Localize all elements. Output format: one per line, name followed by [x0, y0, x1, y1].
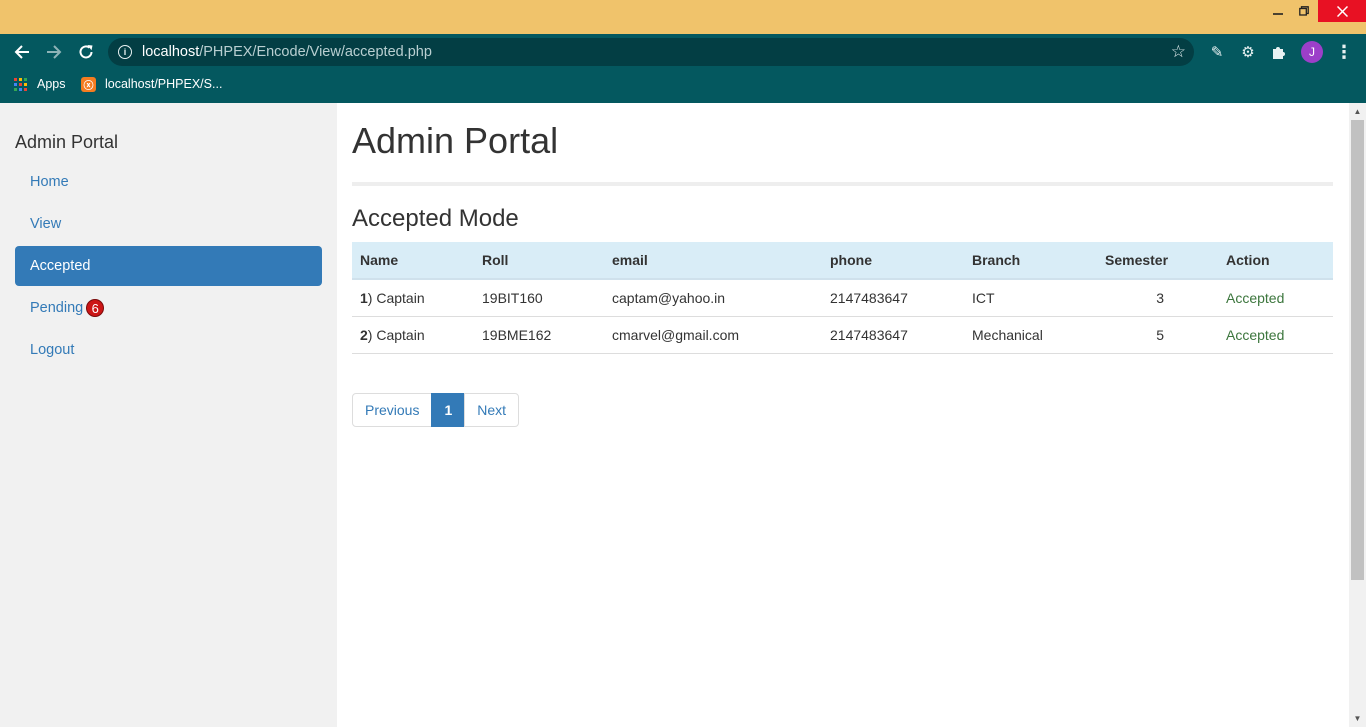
column-header-semester: Semester	[1097, 242, 1218, 280]
table-header-row: Name Roll email phone Branch Semester Ac…	[352, 242, 1333, 280]
sidebar-item-home[interactable]: Home	[15, 162, 322, 202]
site-info-icon[interactable]: i	[118, 45, 132, 59]
row-index: 2	[360, 326, 368, 343]
section-title: Accepted Mode	[352, 205, 519, 232]
pen-extension-icon[interactable]: ✎	[1204, 34, 1230, 70]
page-1-button[interactable]: 1	[431, 393, 466, 427]
close-icon[interactable]	[1318, 0, 1366, 22]
xampp-icon: ⓧ	[81, 76, 96, 92]
cell-email: captam@yahoo.in	[604, 279, 822, 317]
bookmark-apps[interactable]: Apps	[14, 70, 66, 98]
url-host: localhost	[142, 44, 200, 60]
minimize-icon[interactable]	[1265, 0, 1291, 22]
row-index: 1	[360, 289, 368, 306]
cell-roll: 19BIT160	[474, 279, 604, 317]
sidebar-item-label: View	[30, 216, 62, 232]
bookmark-localhost-label: localhost/PHPEX/S...	[105, 77, 223, 91]
sidebar-item-view[interactable]: View	[15, 204, 322, 244]
column-header-phone: phone	[822, 242, 964, 280]
previous-page-button[interactable]: Previous	[352, 393, 433, 427]
title-divider	[352, 182, 1333, 186]
cell-roll: 19BME162	[474, 316, 604, 354]
kebab-menu-icon[interactable]: ⋮	[1331, 34, 1357, 70]
puzzle-extensions-icon[interactable]	[1266, 34, 1292, 70]
sidebar: Admin Portal Home View Accepted Pending …	[0, 103, 337, 727]
gear-extension-icon[interactable]: ⚙	[1235, 34, 1261, 70]
column-header-name: Name	[352, 242, 474, 280]
sidebar-item-label: Pending	[30, 300, 84, 316]
bookmark-apps-label: Apps	[37, 77, 66, 91]
column-header-roll: Roll	[474, 242, 604, 280]
column-header-email: email	[604, 242, 822, 280]
sidebar-item-logout[interactable]: Logout	[15, 330, 322, 370]
scroll-down-arrow-icon[interactable]: ▼	[1349, 710, 1366, 727]
cell-action-status: Accepted	[1218, 316, 1333, 354]
cell-email: cmarvel@gmail.com	[604, 316, 822, 354]
cell-semester: 3	[1097, 279, 1218, 317]
forward-icon[interactable]	[40, 34, 68, 70]
reload-icon[interactable]	[72, 34, 100, 70]
cell-branch: Mechanical	[964, 316, 1097, 354]
scrollbar-thumb[interactable]	[1351, 120, 1364, 580]
cell-name: 1) Captain	[352, 279, 474, 317]
cell-name: 2) Captain	[352, 316, 474, 354]
address-bar[interactable]: i localhost/PHPEX/Encode/View/accepted.p…	[108, 38, 1194, 66]
sidebar-brand: Admin Portal	[15, 132, 119, 152]
column-header-branch: Branch	[964, 242, 1097, 280]
browser-toolbar: i localhost/PHPEX/Encode/View/accepted.p…	[0, 34, 1366, 70]
restore-icon[interactable]	[1291, 0, 1317, 22]
back-icon[interactable]	[8, 34, 36, 70]
bookmark-localhost[interactable]: ⓧ localhost/PHPEX/S...	[81, 70, 222, 98]
row-name: ) Captain	[367, 289, 425, 306]
next-page-button[interactable]: Next	[464, 393, 520, 427]
url-text: localhost/PHPEX/Encode/View/accepted.php	[142, 44, 432, 60]
sidebar-item-accepted[interactable]: Accepted	[15, 246, 322, 286]
apps-grid-icon	[14, 77, 27, 91]
pagination: Previous 1 Next	[352, 393, 520, 427]
sidebar-item-pending[interactable]: Pending 6	[15, 288, 322, 328]
pending-count-badge: 6	[86, 299, 105, 317]
scroll-up-arrow-icon[interactable]: ▲	[1349, 103, 1366, 120]
cell-action-status: Accepted	[1218, 279, 1333, 317]
page-viewport: Admin Portal Home View Accepted Pending …	[0, 103, 1366, 727]
sidebar-item-label: Logout	[30, 342, 75, 358]
cell-phone: 2147483647	[822, 316, 964, 354]
vertical-scrollbar[interactable]: ▲ ▼	[1349, 103, 1366, 727]
table-row: 2) Captain 19BME162 cmarvel@gmail.com 21…	[352, 316, 1333, 354]
bookmark-star-icon[interactable]: ☆	[1171, 42, 1186, 62]
sidebar-item-label: Accepted	[30, 258, 91, 274]
cell-branch: ICT	[964, 279, 1097, 317]
window-titlebar	[0, 0, 1366, 34]
cell-phone: 2147483647	[822, 279, 964, 317]
row-name: ) Captain	[367, 326, 425, 343]
cell-semester: 5	[1097, 316, 1218, 354]
page-title: Admin Portal	[352, 120, 559, 161]
column-header-action: Action	[1218, 242, 1333, 280]
table-row: 1) Captain 19BIT160 captam@yahoo.in 2147…	[352, 279, 1333, 317]
profile-avatar[interactable]: J	[1301, 41, 1323, 63]
bookmarks-bar: Apps ⓧ localhost/PHPEX/S...	[0, 70, 1366, 103]
sidebar-item-label: Home	[30, 174, 69, 190]
url-path: /PHPEX/Encode/View/accepted.php	[199, 44, 432, 60]
accepted-table: Name Roll email phone Branch Semester Ac…	[352, 242, 1333, 354]
